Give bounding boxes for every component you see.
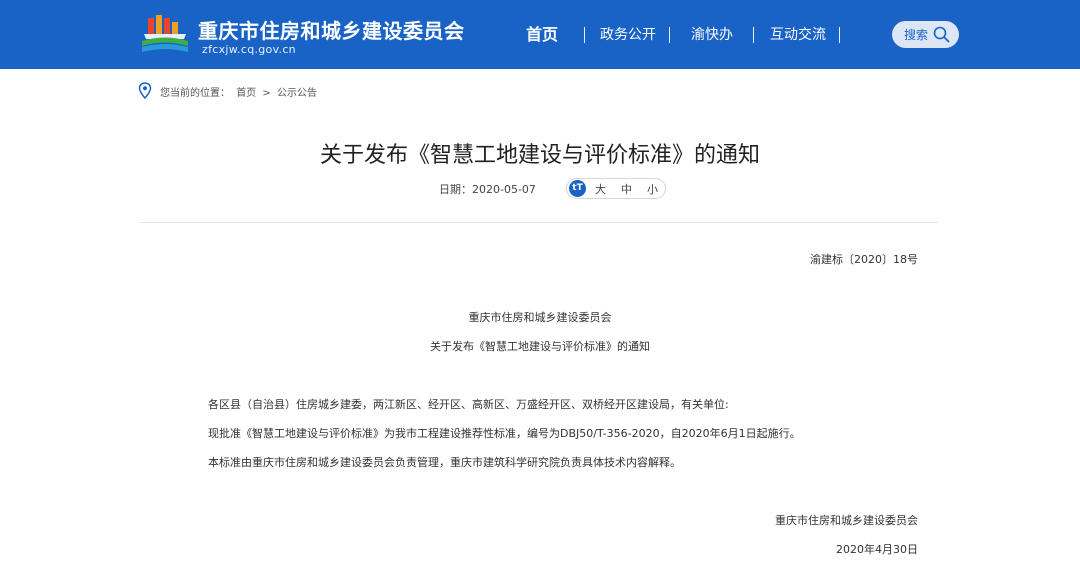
nav-item-home[interactable]: 首页 — [526, 24, 558, 46]
search-button[interactable]: 搜索 — [892, 21, 959, 48]
date-value: 2020-05-07 — [472, 183, 536, 196]
breadcrumb-home-link[interactable]: 首页 — [236, 88, 256, 99]
nav-item-yukuaiban[interactable]: 渝快办 — [691, 24, 733, 46]
search-icon — [933, 26, 950, 43]
nav-divider — [839, 27, 840, 43]
font-size-switcher: tT 大 中 小 — [566, 178, 666, 199]
title-divider — [140, 222, 938, 223]
article-title: 关于发布《智慧工地建设与评价标准》的通知 — [319, 143, 760, 168]
issuer-heading: 重庆市住房和城乡建设委员会 — [468, 311, 612, 324]
breadcrumb-notice-link[interactable]: 公示公告 — [277, 88, 317, 99]
breadcrumb-separator: > — [262, 88, 271, 99]
site-header: 重庆市住房和城乡建设委员会 zfcxjw.cq.gov.cn 首页 政务公开 渝… — [0, 0, 1080, 69]
document-number: 渝建标〔2020〕18号 — [810, 253, 918, 266]
body-paragraph: 本标准由重庆市住房和城乡建设委员会负责管理，重庆市建筑科学研究院负责具体技术内容… — [208, 456, 681, 469]
nav-divider — [669, 27, 670, 43]
nav-divider — [753, 27, 754, 43]
nav-item-government-affairs[interactable]: 政务公开 — [600, 24, 656, 46]
body-paragraph: 现批准《智慧工地建设与评价标准》为我市工程建设推荐性标准，编号为DBJ50/T-… — [208, 427, 801, 440]
subject-heading: 关于发布《智慧工地建设与评价标准》的通知 — [430, 340, 650, 353]
font-size-medium[interactable]: 中 — [621, 181, 632, 197]
font-size-small[interactable]: 小 — [647, 181, 658, 197]
breadcrumb-text: 您当前的位置： 首页 > 公示公告 — [160, 84, 320, 99]
font-size-icon: tT — [569, 180, 586, 197]
signature-issuer: 重庆市住房和城乡建设委员会 — [775, 514, 918, 527]
breadcrumb-prefix: 您当前的位置： — [160, 88, 230, 99]
nav-divider — [584, 27, 585, 43]
nav-item-interaction[interactable]: 互动交流 — [770, 24, 826, 46]
site-logo-icon[interactable] — [140, 14, 190, 56]
signature-date: 2020年4月30日 — [836, 543, 918, 556]
addressee-paragraph: 各区县（自治县）住房城乡建委，两江新区、经开区、高新区、万盛经开区、双桥经开区建… — [208, 398, 729, 411]
date-label: 日期： — [439, 183, 472, 196]
search-label: 搜索 — [904, 28, 929, 42]
site-domain: zfcxjw.cq.gov.cn — [202, 43, 296, 56]
publish-date: 日期：2020-05-07 — [439, 181, 536, 197]
font-size-large[interactable]: 大 — [595, 181, 606, 197]
location-pin-icon — [138, 82, 152, 99]
site-title[interactable]: 重庆市住房和城乡建设委员会 — [198, 15, 465, 44]
